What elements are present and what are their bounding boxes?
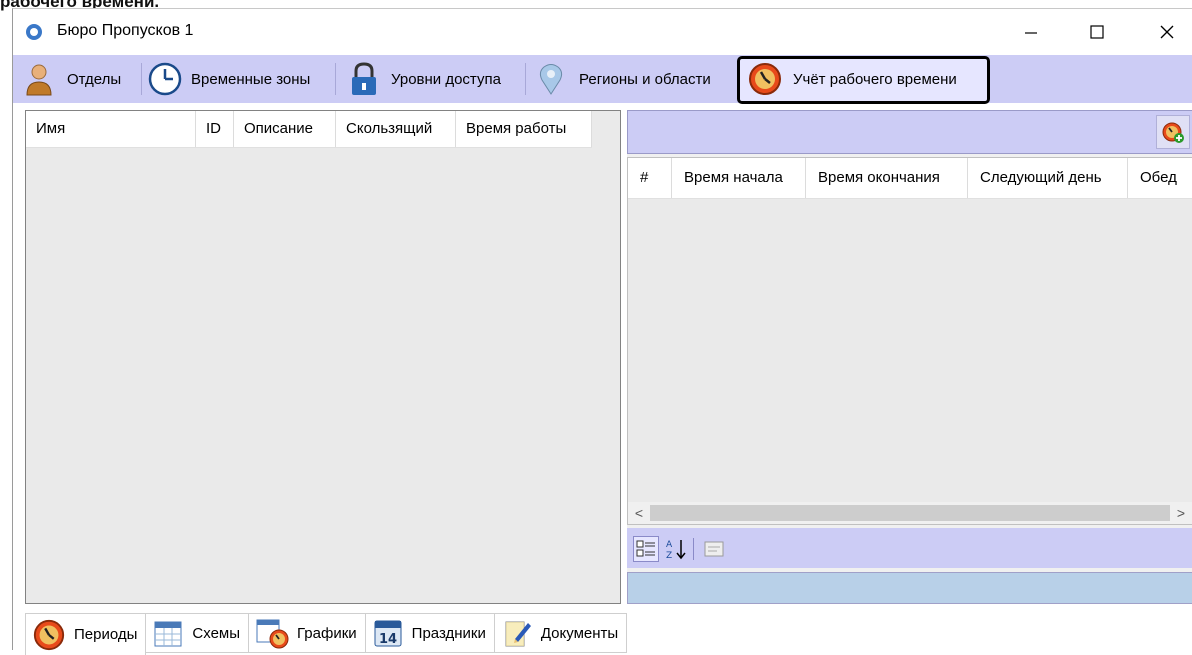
toolbar-item-label: Регионы и области xyxy=(579,70,711,88)
minimize-icon xyxy=(1025,32,1037,34)
calendar-grid-icon xyxy=(154,621,182,647)
toolbar-item-departments[interactable]: Отделы xyxy=(21,59,121,99)
period-details-panel: # Время начала Время окончания Следующий… xyxy=(627,110,1192,604)
column-header-id[interactable]: ID xyxy=(196,111,234,147)
details-header-bar xyxy=(627,110,1192,154)
map-pin-icon xyxy=(539,64,563,95)
description-bar xyxy=(627,572,1192,604)
toolbar-item-access-levels[interactable]: Уровни доступа xyxy=(347,59,501,99)
toolbar-separator xyxy=(693,538,694,560)
calendar-14-icon: 14 xyxy=(374,620,402,647)
window-title: Бюро Пропусков 1 xyxy=(57,22,194,39)
app-logo-icon xyxy=(26,24,42,40)
sort-alphabetical-button[interactable]: A Z xyxy=(663,536,689,562)
column-header-description[interactable]: Описание xyxy=(234,111,336,147)
property-pages-button[interactable] xyxy=(701,536,727,562)
tab-label: Схемы xyxy=(192,624,241,642)
column-header-start-time[interactable]: Время начала xyxy=(672,158,806,198)
close-button[interactable] xyxy=(1137,13,1192,51)
minimize-button[interactable] xyxy=(1001,13,1061,51)
intervals-grid-header: # Время начала Время окончания Следующий… xyxy=(628,158,1192,199)
timesheet-clock-icon xyxy=(749,63,781,95)
svg-text:14: 14 xyxy=(379,632,397,647)
toolbar-item-label: Уровни доступа xyxy=(391,70,501,88)
toolbar-separator xyxy=(525,63,526,95)
property-toolbar: A Z xyxy=(627,528,1192,568)
title-bar: Бюро Пропусков 1 xyxy=(13,9,1192,55)
person-icon xyxy=(26,64,52,96)
column-header-work-time[interactable]: Время работы xyxy=(456,111,592,147)
timesheet-clock-icon xyxy=(33,619,65,650)
calendar-clock-icon xyxy=(256,619,289,649)
property-pages-icon xyxy=(704,541,724,557)
toolbar-item-label: Временные зоны xyxy=(191,70,311,88)
add-interval-button[interactable] xyxy=(1156,115,1190,149)
main-toolbar: Отделы Временные зоны Уровни доступа Рег… xyxy=(13,55,1192,104)
app-window: Бюро Пропусков 1 Отделы Временные зоны У… xyxy=(12,8,1192,655)
tab-label: Периоды xyxy=(74,626,138,643)
sort-az-icon: A Z xyxy=(666,540,686,561)
toolbar-item-time-zones[interactable]: Временные зоны xyxy=(147,59,310,99)
toolbar-item-label: Учёт рабочего времени xyxy=(793,70,957,88)
lock-icon xyxy=(352,62,376,95)
tab-schedules[interactable]: Графики xyxy=(249,613,366,653)
maximize-button[interactable] xyxy=(1067,13,1127,51)
toolbar-item-timesheet[interactable]: Учёт рабочего времени xyxy=(747,59,957,99)
column-header-end-time[interactable]: Время окончания xyxy=(806,158,968,198)
periods-list-grid[interactable]: Имя ID Описание Скользящий Время работы xyxy=(25,110,621,604)
close-icon xyxy=(1160,25,1174,39)
tab-label: Графики xyxy=(297,624,357,642)
horizontal-scrollbar[interactable]: < > xyxy=(628,502,1192,524)
column-header-lunch[interactable]: Обед xyxy=(1128,158,1192,198)
tab-holidays[interactable]: 14 Праздники xyxy=(365,613,495,653)
scrollbar-thumb[interactable] xyxy=(650,505,1170,521)
tab-label: Документы xyxy=(540,624,619,642)
periods-grid-header: Имя ID Описание Скользящий Время работы xyxy=(26,111,592,148)
column-header-number[interactable]: # xyxy=(628,158,672,198)
scroll-left-button[interactable]: < xyxy=(628,502,650,524)
toolbar-item-label: Отделы xyxy=(67,70,122,88)
bottom-tab-strip: Периоды Схемы Графики 14 Праздники Докум… xyxy=(25,613,628,655)
categorized-button[interactable] xyxy=(633,536,659,562)
toolbar-item-regions[interactable]: Регионы и области xyxy=(535,59,711,99)
categorized-icon xyxy=(636,540,655,557)
tab-schemes[interactable]: Схемы xyxy=(146,613,250,653)
column-header-next-day[interactable]: Следующий день xyxy=(968,158,1128,198)
tab-documents[interactable]: Документы xyxy=(494,613,628,653)
tab-periods[interactable]: Периоды xyxy=(25,613,147,655)
clock-icon xyxy=(148,62,182,96)
document-pen-icon xyxy=(505,621,531,647)
intervals-grid[interactable]: # Время начала Время окончания Следующий… xyxy=(627,157,1192,525)
svg-text:A: A xyxy=(666,540,673,550)
toolbar-separator xyxy=(335,63,336,95)
column-header-name[interactable]: Имя xyxy=(26,111,196,147)
column-header-sliding[interactable]: Скользящий xyxy=(336,111,456,147)
clock-add-icon xyxy=(1162,122,1184,143)
svg-text:Z: Z xyxy=(666,551,672,561)
tab-label: Праздники xyxy=(411,624,486,642)
maximize-icon xyxy=(1090,25,1104,39)
scroll-right-button[interactable]: > xyxy=(1170,502,1192,524)
toolbar-separator xyxy=(141,63,142,95)
